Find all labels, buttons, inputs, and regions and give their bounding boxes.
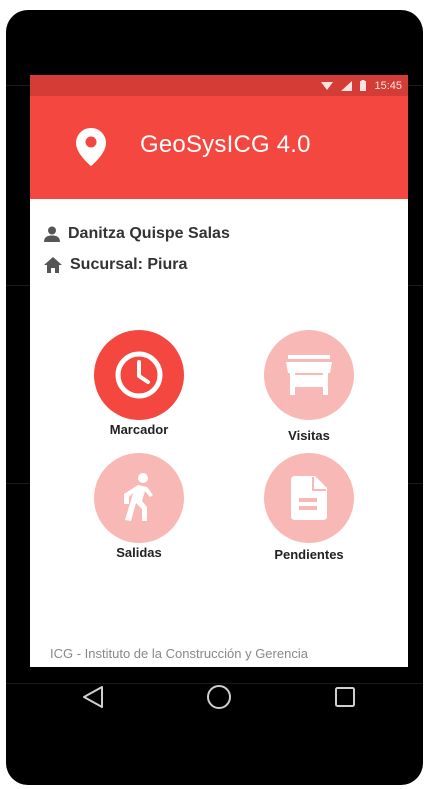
user-name: Danitza Quispe Salas [68,225,230,242]
menu-salidas-label: Salidas [116,545,162,560]
user-branch: Sucursal: Piura [70,256,188,273]
back-icon[interactable] [73,677,113,717]
user-branch-row: Sucursal: Piura [44,256,187,274]
app-bar: GeoSysICG 4.0 [30,96,408,199]
user-name-row: Danitza Quispe Salas [44,225,230,243]
recents-icon[interactable] [325,677,365,717]
menu-salidas[interactable]: Salidas [89,453,189,560]
menu-pendientes[interactable]: Pendientes [259,453,359,562]
menu-visitas-label: Visitas [288,428,330,443]
wifi-icon [321,81,334,91]
walking-person-icon [94,453,184,543]
app-title: GeoSysICG 4.0 [140,131,311,158]
menu-marcador[interactable]: Marcador [89,330,189,437]
signal-icon [341,80,353,91]
android-nav-bar [30,676,408,718]
status-bar: 15:45 [30,75,408,96]
home-icon [44,257,62,273]
menu-visitas[interactable]: Visitas [259,330,359,443]
store-icon [264,330,354,420]
battery-icon [360,80,367,91]
app-screen: 15:45 GeoSysICG 4.0 Danitza Quispe Salas… [30,75,408,667]
status-time: 15:45 [374,79,402,92]
menu-pendientes-label: Pendientes [274,547,344,562]
document-icon [264,453,354,543]
clock-icon [94,330,184,420]
home-icon[interactable] [199,677,239,717]
menu-marcador-label: Marcador [109,422,169,437]
footer-text: ICG - Instituto de la Construcción y Ger… [50,646,308,661]
location-pin-icon [76,128,106,171]
person-icon [44,226,60,242]
